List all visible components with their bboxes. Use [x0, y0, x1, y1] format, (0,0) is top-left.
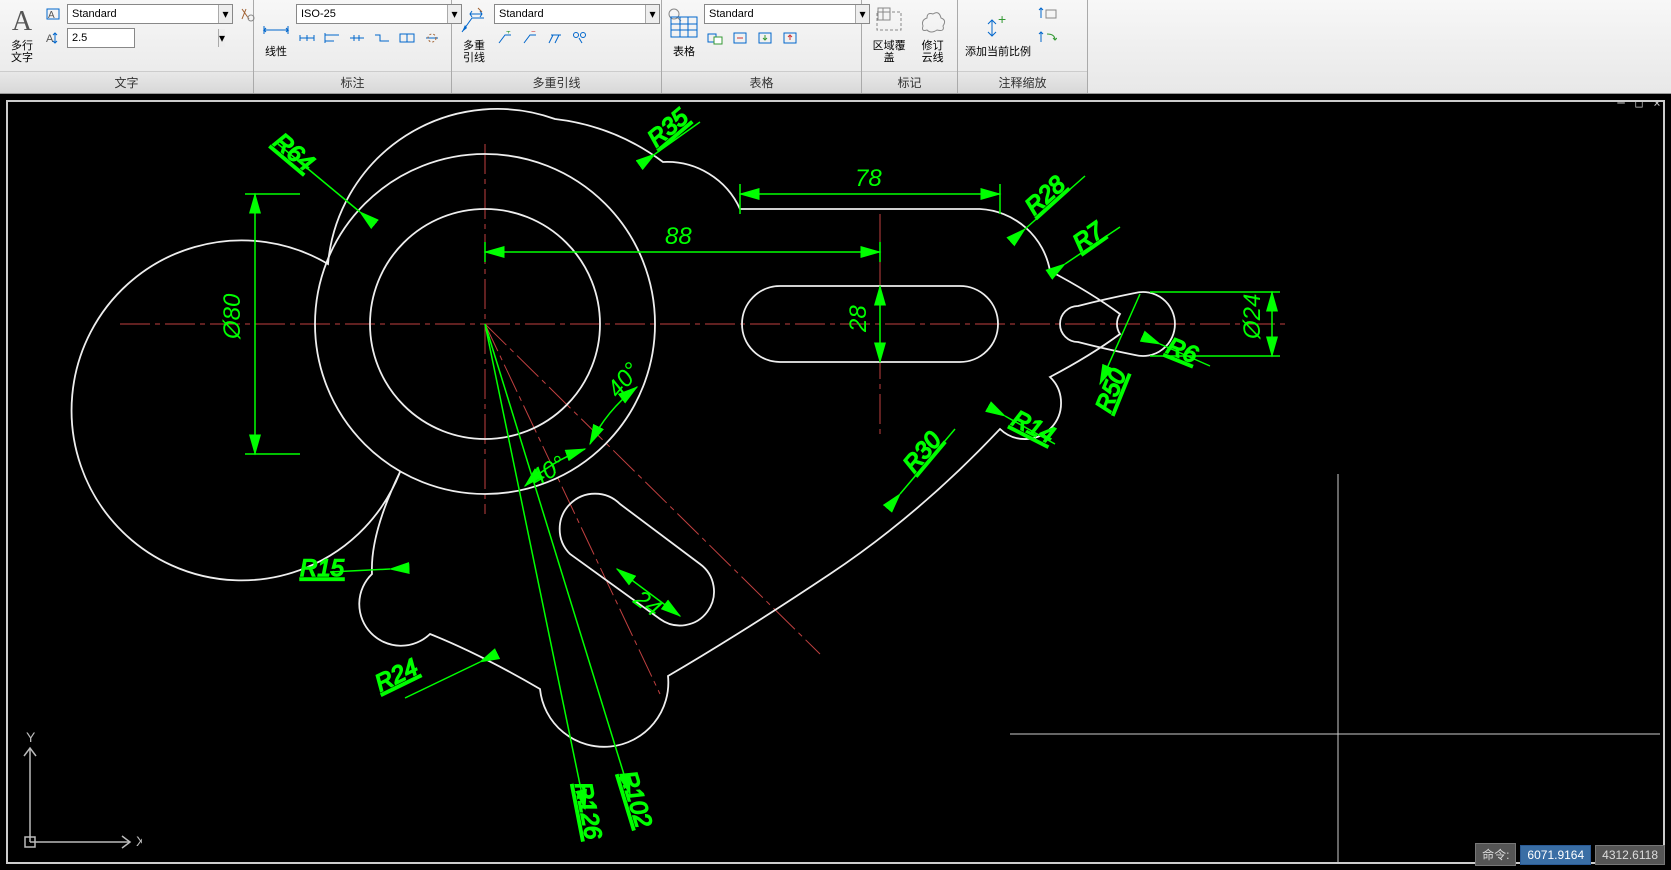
mtext-icon: A: [6, 6, 38, 38]
command-label: 命令:: [1475, 843, 1516, 866]
dim-24: 24: [628, 584, 666, 622]
svg-text:A: A: [46, 33, 54, 45]
panel-table: 表格 ▾ 表格: [662, 0, 862, 93]
panel-title: 文字: [0, 71, 253, 93]
dim-r28: R28: [1020, 170, 1071, 220]
dim-r14: R14: [1007, 405, 1058, 449]
dim-ordinate-icon[interactable]: [371, 27, 393, 49]
scale-list-icon[interactable]: [1036, 3, 1058, 25]
add-scale-icon: +: [982, 12, 1014, 44]
text-height-icon[interactable]: A: [42, 27, 64, 49]
singleline-text-icon[interactable]: A: [42, 3, 64, 25]
ucs-x-label: X: [136, 833, 142, 849]
panel-annoscale: + 添加当前比例 注释缩放: [958, 0, 1088, 93]
dim-linear-button[interactable]: 线性: [260, 3, 292, 67]
mleader-align-icon[interactable]: [544, 27, 566, 49]
dim-quick-icon[interactable]: [346, 27, 368, 49]
chevron-down-icon[interactable]: ▾: [447, 5, 461, 23]
table-button[interactable]: 表格: [668, 3, 700, 67]
ucs-icon: X Y: [12, 730, 142, 860]
dim-r30: R30: [898, 426, 947, 478]
ucs-y-label: Y: [26, 730, 36, 745]
table-upload-icon[interactable]: [779, 27, 801, 49]
panel-title: 表格: [662, 71, 861, 93]
table-extract-icon[interactable]: [729, 27, 751, 49]
panel-title: 标记: [862, 71, 957, 93]
coord-x[interactable]: 6071.9164: [1520, 845, 1591, 865]
dim-r126: R126: [569, 780, 607, 842]
table-style-combo[interactable]: ▾: [704, 4, 870, 24]
panel-dimension: 线性 ▾ 标注: [254, 0, 452, 93]
revcloud-icon: [917, 6, 949, 38]
dim-r50: R50: [1091, 365, 1133, 417]
panel-title: 多重引线: [452, 71, 661, 93]
dim-baseline-icon[interactable]: [321, 27, 343, 49]
mleader-style-combo[interactable]: ▾: [494, 4, 660, 24]
scale-sync-icon[interactable]: [1036, 27, 1058, 49]
mleader-collect-icon[interactable]: [569, 27, 591, 49]
table-icon: [668, 12, 700, 44]
coord-y: 4312.6118: [1595, 845, 1665, 865]
dim-r102: R102: [614, 768, 657, 831]
dim-a40b: 40°: [526, 450, 571, 492]
mtext-button[interactable]: A 多行 文字: [6, 3, 38, 67]
svg-text:A: A: [48, 10, 55, 21]
svg-text:−: −: [531, 31, 536, 36]
dim-tolerance-icon[interactable]: [396, 27, 418, 49]
dim-28: 28: [845, 305, 872, 333]
dim-dia80: Ø80: [219, 293, 246, 340]
status-bar: 命令: 6071.9164 4312.6118: [1475, 843, 1665, 866]
table-link-icon[interactable]: [704, 27, 726, 49]
ribbon: A 多行 文字 A ▾ A ▾: [0, 0, 1671, 94]
panel-title: 注释缩放: [958, 71, 1087, 93]
dim-continue-icon[interactable]: [296, 27, 318, 49]
panel-text: A 多行 文字 A ▾ A ▾: [0, 0, 254, 93]
text-style-combo[interactable]: ▾: [67, 4, 233, 24]
dim-78: 78: [855, 165, 882, 192]
panel-markup: 区域覆盖 修订 云线 标记: [862, 0, 958, 93]
text-height-combo[interactable]: ▾: [67, 28, 135, 48]
panel-title: 标注: [254, 71, 451, 93]
dim-linear-icon: [260, 12, 292, 44]
mleader-add-icon[interactable]: +: [494, 27, 516, 49]
add-scale-button[interactable]: + 添加当前比例: [964, 3, 1032, 67]
dim-r15: R15: [300, 555, 345, 582]
svg-text:+: +: [506, 31, 511, 36]
dim-r7: R7: [1068, 216, 1110, 257]
dim-r35: R35: [643, 103, 695, 152]
revcloud-button[interactable]: 修订 云线: [914, 3, 951, 67]
dim-r64: R64: [268, 128, 319, 177]
drawing-area[interactable]: ─ □ ×: [0, 94, 1671, 870]
dim-style-combo[interactable]: ▾: [296, 4, 462, 24]
mleader-remove-icon[interactable]: −: [519, 27, 541, 49]
dim-r24: R24: [371, 654, 422, 698]
svg-text:+: +: [998, 12, 1006, 27]
dim-update-icon[interactable]: [421, 27, 443, 49]
chevron-down-icon[interactable]: ▾: [645, 5, 659, 23]
chevron-down-icon[interactable]: ▾: [218, 29, 225, 47]
cad-drawing: 88 78 28 Ø80 Ø24 24 40° 40° R64 R35: [0, 94, 1671, 870]
chevron-down-icon[interactable]: ▾: [218, 5, 232, 23]
dim-dia24: Ø24: [1239, 294, 1266, 340]
dim-style-manager-icon[interactable]: [465, 3, 487, 25]
wipeout-button[interactable]: 区域覆盖: [868, 3, 910, 67]
dim-r6: R6: [1163, 333, 1202, 370]
dim-88: 88: [665, 223, 692, 250]
wipeout-icon: [873, 6, 905, 38]
table-download-icon[interactable]: [754, 27, 776, 49]
